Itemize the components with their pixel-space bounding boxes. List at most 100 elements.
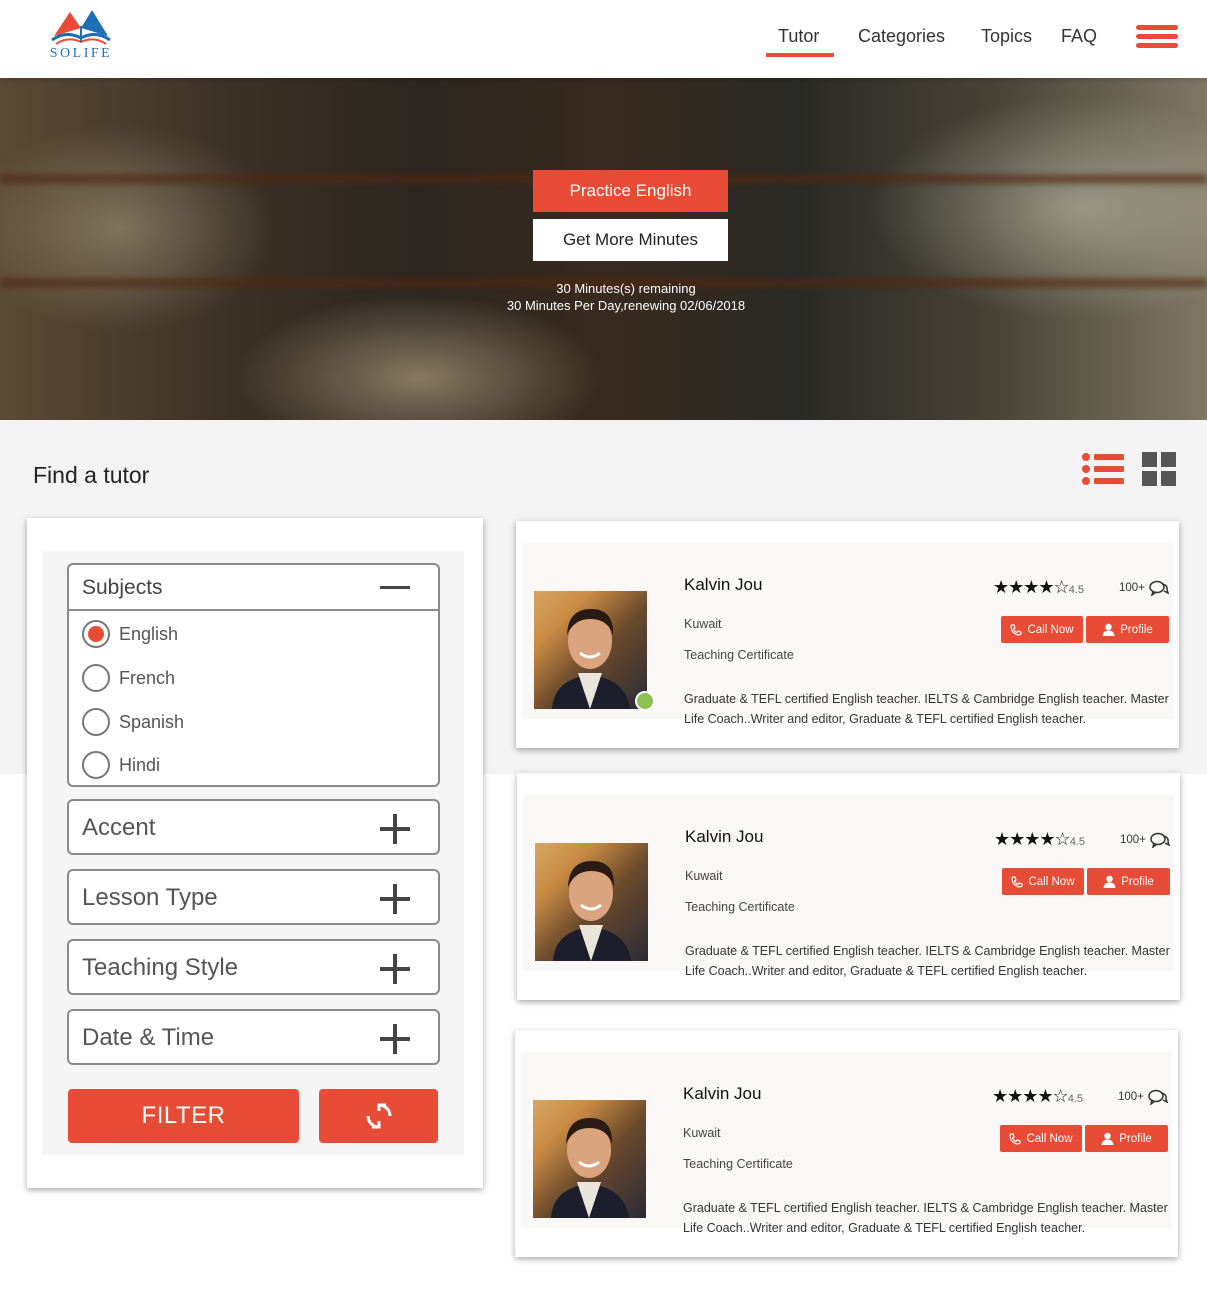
rating-value: 4.5: [1069, 836, 1085, 848]
lesson-type-accordion[interactable]: Lesson Type: [67, 869, 440, 925]
list-view-icon[interactable]: [1081, 452, 1125, 486]
subject-label: French: [119, 667, 176, 688]
reviews-text: 100+: [1120, 834, 1146, 846]
tutor-location: Kuwait: [685, 869, 723, 883]
grid-view-icon[interactable]: [1142, 452, 1176, 486]
accent-accordion[interactable]: Accent: [67, 799, 440, 855]
tutor-location: Kuwait: [683, 1126, 721, 1140]
expand-icon[interactable]: [380, 954, 410, 984]
reviews-count[interactable]: 100+: [1119, 580, 1169, 596]
minutes-remaining-text: 30 Minutes(s) remaining: [556, 281, 696, 296]
tutor-card-inner: Kalvin Jou Kuwait Teaching Certificate G…: [522, 543, 1173, 726]
call-now-label: Call Now: [1028, 875, 1075, 888]
reset-button[interactable]: [319, 1089, 438, 1143]
subject-option-hindi[interactable]: Hindi: [82, 750, 160, 780]
tutor-name[interactable]: Kalvin Jou: [684, 575, 762, 595]
menu-icon[interactable]: [1136, 25, 1178, 49]
phone-icon: [1010, 623, 1023, 636]
subjects-title: Subjects: [82, 576, 163, 599]
tutor-card[interactable]: Kalvin Jou Kuwait Teaching Certificate G…: [515, 1030, 1178, 1257]
tutor-card-inner: Kalvin Jou Kuwait Teaching Certificate G…: [521, 1052, 1172, 1235]
renewal-text: 30 Minutes Per Day,renewing 02/06/2018: [506, 298, 746, 313]
practice-english-button[interactable]: Practice English: [533, 170, 728, 212]
accordion-label: Date & Time: [82, 1024, 215, 1051]
site-header: SOLIFE Tutor Categories Topics FAQ: [0, 0, 1207, 78]
tutor-name[interactable]: Kalvin Jou: [683, 1084, 761, 1104]
subjects-header[interactable]: Subjects: [69, 565, 438, 611]
profile-button[interactable]: Profile: [1086, 616, 1169, 643]
tutor-photo-icon: [551, 1118, 629, 1218]
teaching-style-accordion[interactable]: Teaching Style: [67, 939, 440, 995]
profile-button[interactable]: Profile: [1085, 1125, 1168, 1152]
collapse-icon[interactable]: [380, 586, 410, 589]
user-icon: [1102, 623, 1115, 636]
nav-topics[interactable]: Topics: [981, 26, 1032, 47]
tutor-description: Graduate & TEFL certified English teache…: [685, 944, 1170, 978]
filter-button[interactable]: FILTER: [68, 1089, 299, 1143]
nav-active-indicator: [766, 53, 834, 57]
online-status-indicator: [635, 691, 655, 711]
nav-faq[interactable]: FAQ: [1061, 26, 1097, 47]
tutor-avatar[interactable]: [534, 591, 647, 709]
tutor-certificate: Teaching Certificate: [684, 648, 794, 662]
tutor-certificate: Teaching Certificate: [685, 900, 795, 914]
call-now-button[interactable]: Call Now: [1002, 868, 1084, 895]
book-logo-icon: [51, 10, 111, 45]
subject-option-english[interactable]: English: [82, 619, 178, 649]
star-rating: ★★★★☆4.5: [993, 577, 1084, 598]
reviews-text: 100+: [1119, 582, 1145, 594]
user-icon: [1101, 1132, 1114, 1145]
tutor-name[interactable]: Kalvin Jou: [685, 827, 763, 847]
reviews-count[interactable]: 100+: [1118, 1089, 1168, 1105]
subject-option-french[interactable]: French: [82, 663, 175, 693]
reviews-text: 100+: [1118, 1091, 1144, 1103]
expand-icon[interactable]: [380, 884, 410, 914]
tutor-card[interactable]: Kalvin Jou Kuwait Teaching Certificate G…: [516, 521, 1179, 748]
chat-bubbles-icon: [1149, 580, 1169, 596]
call-now-label: Call Now: [1027, 623, 1074, 636]
subject-label: English: [119, 623, 179, 644]
accordion-label: Lesson Type: [82, 884, 218, 911]
expand-icon[interactable]: [380, 814, 410, 844]
nav-categories[interactable]: Categories: [858, 26, 945, 47]
call-now-button[interactable]: Call Now: [1001, 616, 1083, 643]
tutor-description: Graduate & TEFL certified English teache…: [683, 1201, 1168, 1235]
subject-label: Hindi: [119, 754, 161, 775]
tutor-avatar[interactable]: [533, 1100, 646, 1218]
stars-icon: ★★★★☆: [993, 577, 1070, 597]
star-rating: ★★★★☆4.5: [994, 829, 1085, 850]
chat-bubbles-icon: [1148, 1089, 1168, 1105]
profile-button[interactable]: Profile: [1087, 868, 1170, 895]
radio-icon[interactable]: [82, 751, 110, 779]
tutor-card-inner: Kalvin Jou Kuwait Teaching Certificate G…: [523, 795, 1174, 978]
tutor-avatar[interactable]: [535, 843, 648, 961]
phone-icon: [1011, 875, 1024, 888]
accordion-label: Accent: [82, 814, 156, 841]
stars-icon: ★★★★☆: [992, 1086, 1069, 1106]
radio-icon[interactable]: [82, 708, 110, 736]
logo-text: SOLIFE: [49, 46, 113, 61]
nav-tutor[interactable]: Tutor: [778, 26, 819, 47]
get-more-minutes-button[interactable]: Get More Minutes: [533, 219, 728, 261]
tutor-description: Graduate & TEFL certified English teache…: [684, 692, 1169, 726]
radio-selected-icon[interactable]: [82, 620, 110, 648]
chat-bubbles-icon: [1150, 832, 1170, 848]
solife-logo[interactable]: SOLIFE: [44, 6, 118, 64]
subject-option-spanish[interactable]: Spanish: [82, 707, 184, 737]
subject-label: Spanish: [119, 711, 185, 732]
profile-label: Profile: [1120, 623, 1153, 636]
date-time-accordion[interactable]: Date & Time: [67, 1009, 440, 1065]
call-now-button[interactable]: Call Now: [1000, 1125, 1082, 1152]
user-icon: [1103, 875, 1116, 888]
tutor-photo-icon: [552, 609, 630, 709]
page-title: Find a tutor: [33, 462, 150, 488]
phone-icon: [1009, 1132, 1022, 1145]
radio-icon[interactable]: [82, 664, 110, 692]
tutor-card[interactable]: Kalvin Jou Kuwait Teaching Certificate G…: [517, 773, 1180, 1000]
reviews-count[interactable]: 100+: [1120, 832, 1170, 848]
expand-icon[interactable]: [380, 1024, 410, 1054]
profile-label: Profile: [1119, 1132, 1152, 1145]
call-now-label: Call Now: [1026, 1132, 1073, 1145]
stars-icon: ★★★★☆: [994, 829, 1071, 849]
tutor-location: Kuwait: [684, 617, 722, 631]
